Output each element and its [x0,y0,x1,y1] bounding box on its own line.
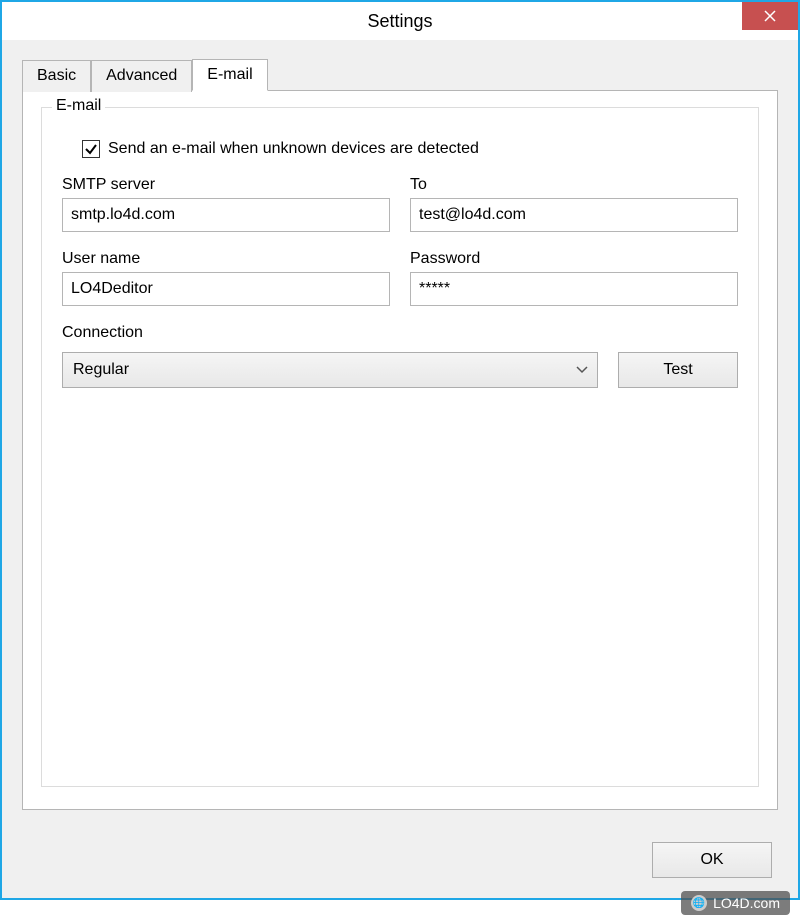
tab-basic[interactable]: Basic [22,60,91,92]
username-field: User name [62,250,390,306]
titlebar: Settings [2,2,798,40]
tab-email[interactable]: E-mail [192,59,267,91]
globe-icon: 🌐 [691,895,707,911]
to-input[interactable] [410,198,738,232]
content-area: Basic Advanced E-mail E-mail Send an e-m… [2,40,798,830]
send-email-checkbox[interactable] [82,140,100,158]
password-field: Password [410,250,738,306]
smtp-label: SMTP server [62,176,390,194]
send-email-checkbox-label: Send an e-mail when unknown devices are … [108,140,479,158]
to-label: To [410,176,738,194]
email-form-grid: SMTP server To User name Password [62,176,738,306]
groupbox-label: E-mail [52,97,105,115]
smtp-input[interactable] [62,198,390,232]
connection-select-value: Regular [73,361,129,378]
window-title: Settings [367,11,432,32]
test-button[interactable]: Test [618,352,738,388]
connection-row: Connection Regular Test [62,324,738,388]
ok-button[interactable]: OK [652,842,772,878]
username-input[interactable] [62,272,390,306]
check-icon [84,142,98,156]
email-groupbox: E-mail Send an e-mail when unknown devic… [41,107,759,787]
username-label: User name [62,250,390,268]
watermark-text: LO4D.com [713,895,780,911]
tab-advanced[interactable]: Advanced [91,60,192,92]
connection-select-wrap: Regular [62,352,598,388]
to-field: To [410,176,738,232]
settings-window: Settings Basic Advanced E-mail E-mail [0,0,800,900]
password-label: Password [410,250,738,268]
connection-label: Connection [62,324,143,341]
send-email-checkbox-row: Send an e-mail when unknown devices are … [82,140,738,158]
close-icon [764,10,776,22]
close-button[interactable] [742,2,798,30]
dialog-footer: OK [652,842,772,878]
smtp-field: SMTP server [62,176,390,232]
password-input[interactable] [410,272,738,306]
watermark: 🌐 LO4D.com [681,891,790,915]
tab-strip: Basic Advanced E-mail [22,58,778,90]
tab-panel-email: E-mail Send an e-mail when unknown devic… [22,90,778,810]
connection-select[interactable]: Regular [62,352,598,388]
connection-controls: Regular Test [62,352,738,388]
